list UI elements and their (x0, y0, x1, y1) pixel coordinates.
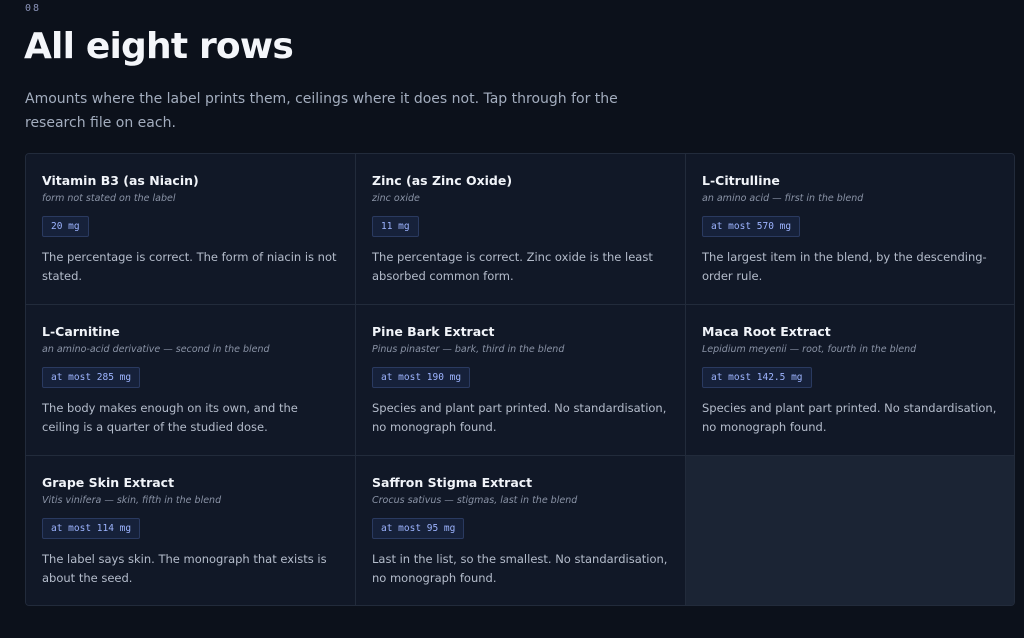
ingredient-name: Zinc (as Zinc Oxide) (372, 173, 513, 188)
ingredient-card-pine-bark[interactable]: Pine Bark Extract Pinus pinaster — bark,… (356, 305, 686, 456)
section-number: 08 (25, 3, 42, 14)
ingredient-subtitle: form not stated on the label (42, 193, 176, 204)
ingredient-name: L-Carnitine (42, 324, 120, 339)
ingredient-grid: Vitamin B3 (as Niacin) form not stated o… (25, 153, 1015, 606)
ingredient-name: Pine Bark Extract (372, 324, 495, 339)
ingredient-card-grape-skin[interactable]: Grape Skin Extract Vitis vinifera — skin… (26, 456, 356, 605)
ingredient-note: The percentage is correct. Zinc oxide is… (372, 250, 653, 283)
amount-badge: at most 95 mg (372, 518, 465, 539)
ingredient-subtitle: an amino-acid derivative — second in the… (42, 344, 270, 355)
ingredient-note: The label says skin. The monograph that … (42, 552, 327, 585)
ingredient-note: Last in the list, so the smallest. No st… (372, 552, 668, 585)
amount-badge: at most 285 mg (42, 367, 141, 388)
ingredient-name: Vitamin B3 (as Niacin) (42, 173, 199, 188)
ingredient-note: The percentage is correct. The form of n… (42, 250, 337, 283)
amount-badge: at most 114 mg (42, 518, 141, 539)
ingredient-note: The largest item in the blend, by the de… (702, 250, 987, 283)
ingredient-subtitle: Pinus pinaster — bark, third in the blen… (372, 344, 565, 355)
empty-grid-cell (686, 456, 1014, 605)
section-title: All eight rows (24, 26, 294, 67)
ingredient-subtitle: zinc oxide (372, 193, 420, 204)
amount-badge: 11 mg (372, 216, 419, 237)
ingredient-name: Saffron Stigma Extract (372, 475, 533, 490)
ingredient-card-saffron-stigma[interactable]: Saffron Stigma Extract Crocus sativus — … (356, 456, 686, 605)
amount-badge: at most 570 mg (702, 216, 801, 237)
ingredient-card-zinc[interactable]: Zinc (as Zinc Oxide) zinc oxide 11 mg Th… (356, 154, 686, 305)
amount-badge: at most 190 mg (372, 367, 471, 388)
ingredient-card-maca-root[interactable]: Maca Root Extract Lepidium meyenii — roo… (686, 305, 1014, 456)
ingredient-card-l-citrulline[interactable]: L-Citrulline an amino acid — first in th… (686, 154, 1014, 305)
ingredient-name: Maca Root Extract (702, 324, 831, 339)
ingredient-subtitle: Vitis vinifera — skin, fifth in the blen… (42, 495, 222, 506)
ingredient-note: Species and plant part printed. No stand… (702, 401, 997, 434)
amount-badge: at most 142.5 mg (702, 367, 812, 388)
ingredient-subtitle: an amino acid — first in the blend (702, 193, 864, 204)
ingredient-card-vitamin-b3[interactable]: Vitamin B3 (as Niacin) form not stated o… (26, 154, 356, 305)
ingredients-section: 08 All eight rows Amounts where the labe… (0, 0, 1024, 638)
ingredient-name: Grape Skin Extract (42, 475, 175, 490)
section-intro: Amounts where the label prints them, cei… (25, 91, 618, 131)
ingredient-name: L-Citrulline (702, 173, 780, 188)
ingredient-subtitle: Lepidium meyenii — root, fourth in the b… (702, 344, 917, 355)
amount-badge: 20 mg (42, 216, 89, 237)
ingredient-card-l-carnitine[interactable]: L-Carnitine an amino-acid derivative — s… (26, 305, 356, 456)
ingredient-note: The body makes enough on its own, and th… (42, 401, 298, 434)
ingredient-subtitle: Crocus sativus — stigmas, last in the bl… (372, 495, 578, 506)
ingredient-note: Species and plant part printed. No stand… (372, 401, 667, 434)
